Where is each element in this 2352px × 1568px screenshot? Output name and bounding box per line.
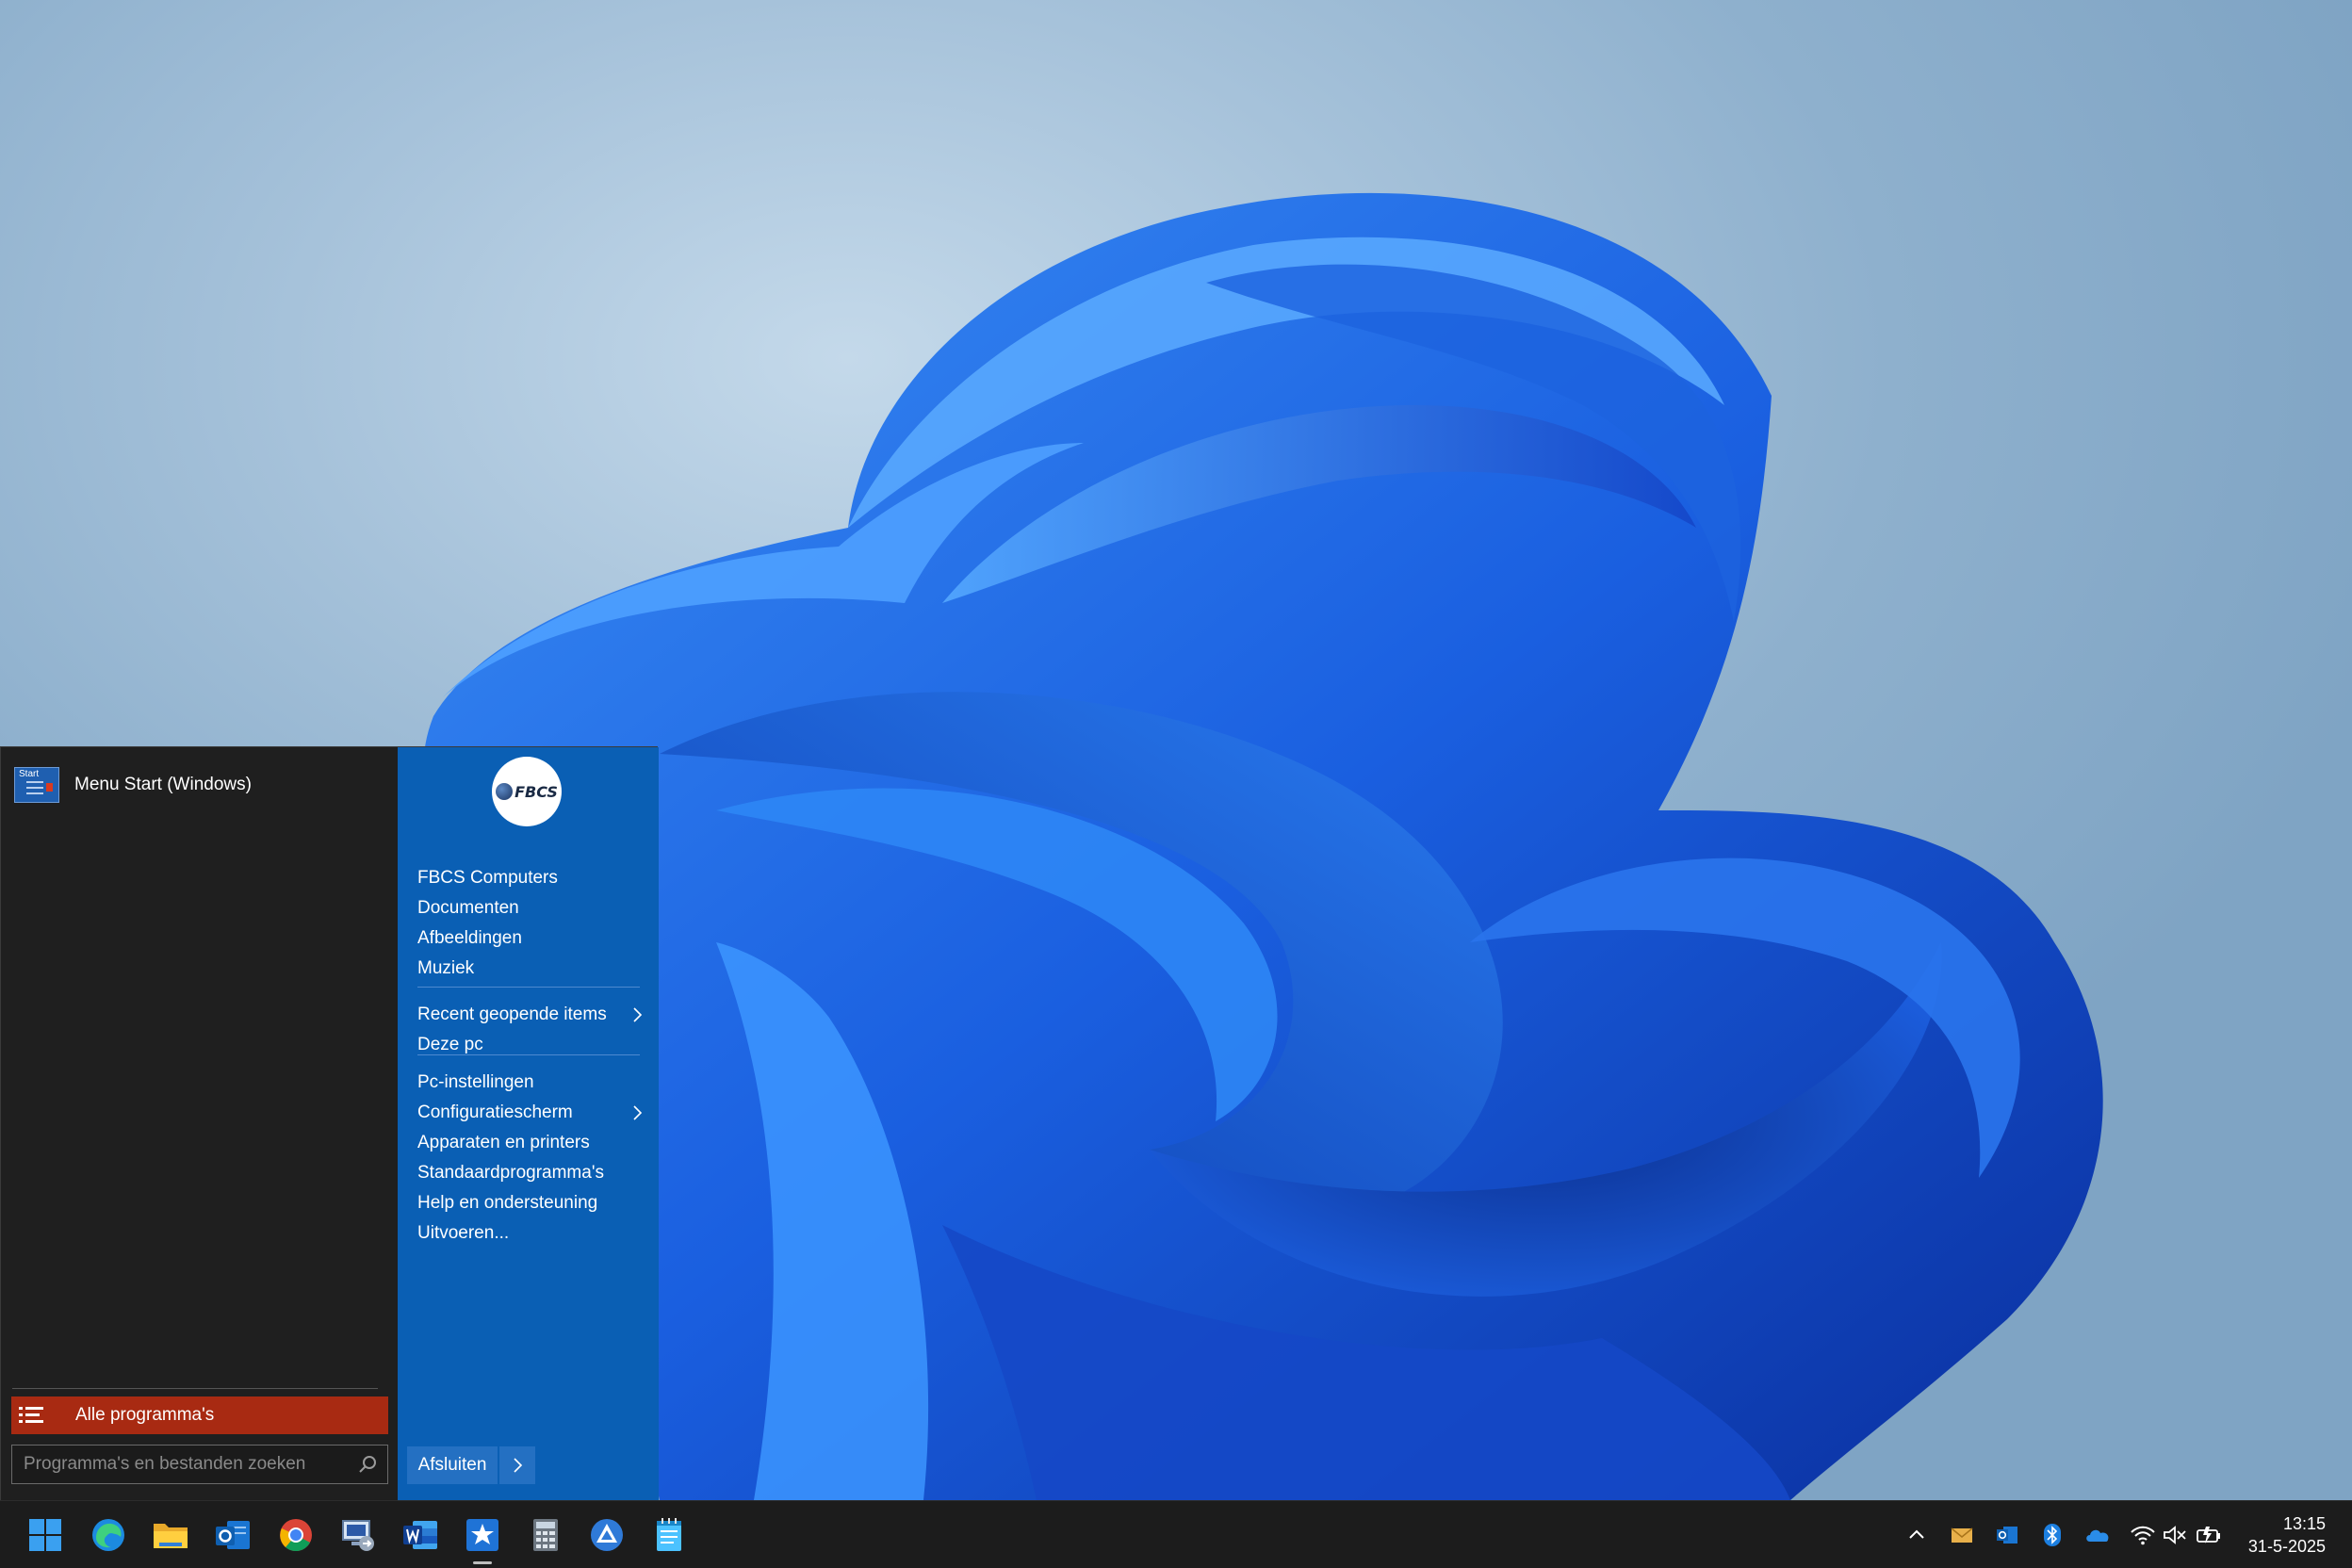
start-menu: Start Menu Start (Windows) Alle programm… bbox=[0, 746, 659, 1501]
pinned-item-menu-start[interactable]: Start Menu Start (Windows) bbox=[14, 766, 382, 804]
start-menu-app-icon: Start bbox=[14, 767, 59, 803]
chrome-icon[interactable] bbox=[275, 1514, 317, 1556]
divider bbox=[417, 1054, 640, 1055]
menu-item-label: Help en ondersteuning bbox=[417, 1193, 598, 1213]
menu-item-label: FBCS Computers bbox=[417, 868, 558, 888]
mail-icon[interactable] bbox=[1949, 1522, 1975, 1548]
speaker-muted-icon[interactable] bbox=[2162, 1522, 2188, 1548]
windows-start-icon[interactable] bbox=[24, 1514, 66, 1556]
start-menu-right-pane: FBCS FBCS Computers Documenten Afbeeldin… bbox=[398, 747, 659, 1501]
menu-item-uitvoeren[interactable]: Uitvoeren... bbox=[417, 1213, 644, 1254]
menu-item-label: Pc-instellingen bbox=[417, 1072, 534, 1092]
menu-item-muziek[interactable]: Muziek bbox=[417, 948, 644, 989]
bluetooth-icon[interactable] bbox=[2039, 1522, 2066, 1548]
triangle-app-icon[interactable] bbox=[586, 1514, 628, 1556]
remote-desktop-icon[interactable] bbox=[337, 1514, 379, 1556]
shutdown-button[interactable]: Afsluiten bbox=[407, 1446, 498, 1484]
all-programs-label: Alle programma's bbox=[75, 1405, 215, 1425]
taskbar-clock[interactable]: 13:15 31-5-2025 bbox=[2248, 1512, 2326, 1558]
active-indicator bbox=[473, 1561, 492, 1564]
search-box[interactable] bbox=[11, 1445, 388, 1484]
battery-charging-icon[interactable] bbox=[2196, 1522, 2222, 1548]
word-icon[interactable] bbox=[400, 1514, 441, 1556]
shutdown-label: Afsluiten bbox=[417, 1455, 487, 1475]
divider bbox=[12, 1388, 378, 1389]
menu-item-deze-pc[interactable]: Deze pc bbox=[417, 1024, 644, 1066]
pinned-item-label: Menu Start (Windows) bbox=[74, 775, 252, 794]
menu-item-label: Recent geopende items bbox=[417, 1004, 607, 1024]
notepad-icon[interactable] bbox=[648, 1514, 690, 1556]
outlook-icon[interactable] bbox=[212, 1514, 253, 1556]
menu-item-label: Configuratiescherm bbox=[417, 1102, 573, 1122]
taskbar: 13:15 31-5-2025 bbox=[0, 1500, 2352, 1568]
menu-item-label: Muziek bbox=[417, 958, 475, 978]
all-programs-button[interactable]: Alle programma's bbox=[11, 1396, 388, 1434]
search-icon[interactable] bbox=[357, 1454, 378, 1475]
file-explorer-icon[interactable] bbox=[150, 1514, 191, 1556]
menu-item-label: Afbeeldingen bbox=[417, 928, 522, 948]
onedrive-cloud-icon[interactable] bbox=[2084, 1522, 2111, 1548]
outlook-tray-icon[interactable] bbox=[1994, 1522, 2020, 1548]
menu-item-label: Uitvoeren... bbox=[417, 1223, 510, 1243]
menu-item-label: Apparaten en printers bbox=[417, 1133, 590, 1152]
logo-text: FBCS bbox=[514, 782, 558, 801]
globe-icon bbox=[496, 783, 514, 800]
start-menu-left-pane: Start Menu Start (Windows) Alle programm… bbox=[1, 747, 398, 1501]
chevron-right-icon bbox=[633, 1007, 643, 1022]
menu-item-label: Deze pc bbox=[417, 1035, 483, 1054]
search-input[interactable] bbox=[12, 1453, 357, 1476]
menu-item-label: Standaardprogramma's bbox=[417, 1163, 604, 1183]
clock-time: 13:15 bbox=[2282, 1514, 2326, 1533]
shutdown-options-button[interactable] bbox=[499, 1446, 535, 1484]
chevron-right-icon bbox=[633, 1105, 643, 1120]
wifi-icon[interactable] bbox=[2130, 1522, 2156, 1548]
calculator-icon[interactable] bbox=[525, 1514, 566, 1556]
chevron-right-icon bbox=[514, 1458, 523, 1473]
menu-item-label: Documenten bbox=[417, 898, 519, 918]
divider bbox=[417, 987, 640, 988]
fbcs-logo[interactable]: FBCS bbox=[492, 757, 562, 826]
show-hidden-icons-chevron-icon[interactable] bbox=[1903, 1522, 1930, 1548]
clock-date: 31-5-2025 bbox=[2247, 1537, 2326, 1556]
edge-browser-icon[interactable] bbox=[88, 1514, 129, 1556]
program-list-icon bbox=[19, 1405, 43, 1426]
favorites-star-icon[interactable] bbox=[462, 1514, 503, 1564]
